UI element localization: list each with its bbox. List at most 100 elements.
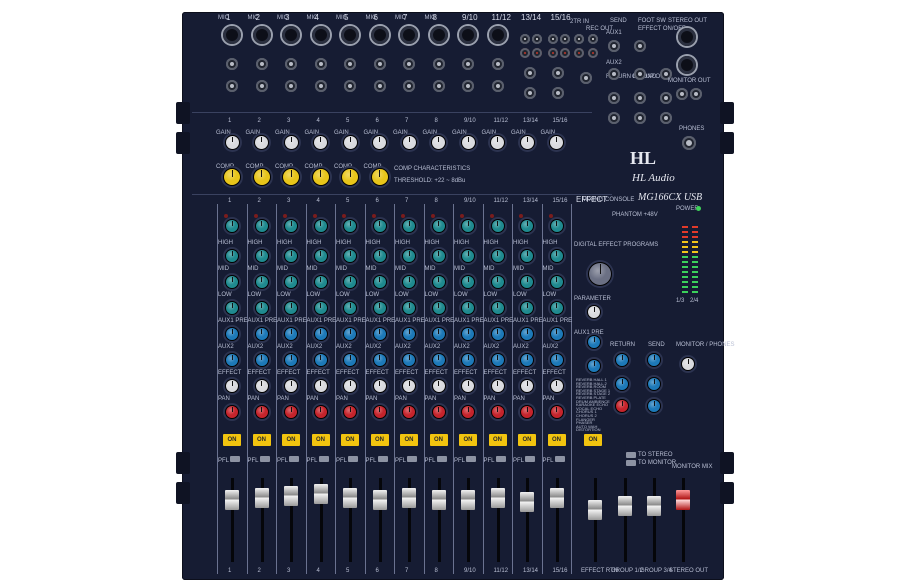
channel-knob[interactable] <box>285 302 297 314</box>
channel-knob[interactable] <box>314 380 327 392</box>
channel-knob[interactable] <box>491 250 504 262</box>
gain-knob[interactable] <box>432 135 445 149</box>
gain-knob[interactable] <box>284 135 298 149</box>
channel-knob[interactable] <box>550 328 563 340</box>
return-send-knob[interactable] <box>616 378 628 390</box>
fader-cap[interactable] <box>372 490 387 510</box>
channel-on-button[interactable]: ON <box>429 434 448 446</box>
pfl-button[interactable] <box>230 456 240 462</box>
channel-knob[interactable] <box>403 354 415 366</box>
channel-knob[interactable] <box>344 220 356 232</box>
channel-knob[interactable] <box>491 380 504 392</box>
channel-on-button[interactable]: ON <box>518 434 536 446</box>
aux1-master-knob[interactable] <box>588 336 600 348</box>
channel-knob[interactable] <box>462 354 474 366</box>
channel-knob[interactable] <box>373 328 386 340</box>
fader-cap[interactable] <box>313 484 328 504</box>
channel-knob[interactable] <box>255 276 268 288</box>
channel-knob[interactable] <box>285 328 297 340</box>
gain-knob[interactable] <box>314 135 327 149</box>
channel-knob[interactable] <box>255 302 268 314</box>
channel-knob[interactable] <box>314 302 327 314</box>
channel-knob[interactable] <box>226 328 238 340</box>
gain-knob[interactable] <box>520 135 534 149</box>
channel-knob[interactable] <box>462 328 474 340</box>
fader-cap[interactable] <box>588 500 602 520</box>
gain-knob[interactable] <box>373 135 386 149</box>
channel-on-button[interactable]: ON <box>459 434 477 446</box>
channel-knob[interactable] <box>403 406 415 418</box>
channel-knob[interactable] <box>521 380 533 392</box>
channel-knob[interactable] <box>432 302 445 314</box>
channel-knob[interactable] <box>373 220 386 232</box>
return-send-knob[interactable] <box>616 400 628 412</box>
return-send-knob[interactable] <box>616 354 628 366</box>
channel-knob[interactable] <box>255 328 268 340</box>
channel-knob[interactable] <box>403 276 415 288</box>
channel-on-button[interactable]: ON <box>370 434 389 446</box>
channel-knob[interactable] <box>226 220 238 232</box>
pfl-button[interactable] <box>407 456 417 462</box>
fader-cap[interactable] <box>225 490 239 510</box>
channel-knob[interactable] <box>550 302 563 314</box>
channel-knob[interactable] <box>373 354 386 366</box>
channel-knob[interactable] <box>344 406 356 418</box>
parameter-knob[interactable] <box>588 306 600 318</box>
channel-knob[interactable] <box>344 328 356 340</box>
channel-knob[interactable] <box>462 380 474 392</box>
aux2-master-knob[interactable] <box>588 360 600 372</box>
channel-knob[interactable] <box>521 276 533 288</box>
channel-knob[interactable] <box>285 380 297 392</box>
channel-knob[interactable] <box>314 354 327 366</box>
fader-cap[interactable] <box>549 488 564 508</box>
fader-cap[interactable] <box>284 486 298 506</box>
channel-knob[interactable] <box>462 302 474 314</box>
pfl-button[interactable] <box>259 456 270 462</box>
channel-knob[interactable] <box>521 406 533 418</box>
effect-program-selector[interactable] <box>589 263 611 285</box>
gain-knob[interactable] <box>225 135 239 149</box>
channel-on-button[interactable]: ON <box>252 434 271 446</box>
fader-cap[interactable] <box>461 490 475 510</box>
channel-knob[interactable] <box>344 302 356 314</box>
channel-knob[interactable] <box>285 220 297 232</box>
channel-knob[interactable] <box>373 250 386 262</box>
channel-knob[interactable] <box>462 220 474 232</box>
effect-on-button[interactable]: ON <box>584 434 602 446</box>
channel-knob[interactable] <box>255 406 268 418</box>
channel-knob[interactable] <box>521 250 533 262</box>
channel-knob[interactable] <box>432 250 445 262</box>
channel-knob[interactable] <box>226 250 238 262</box>
channel-knob[interactable] <box>226 302 238 314</box>
fader-cap[interactable] <box>676 490 690 510</box>
channel-knob[interactable] <box>462 406 474 418</box>
gain-knob[interactable] <box>491 135 504 149</box>
fader-cap[interactable] <box>647 496 661 516</box>
channel-knob[interactable] <box>491 220 504 232</box>
channel-knob[interactable] <box>285 250 297 262</box>
channel-knob[interactable] <box>255 250 268 262</box>
channel-knob[interactable] <box>314 406 327 418</box>
fader-cap[interactable] <box>254 488 269 508</box>
channel-knob[interactable] <box>373 276 386 288</box>
channel-knob[interactable] <box>344 250 356 262</box>
channel-knob[interactable] <box>285 276 297 288</box>
channel-knob[interactable] <box>550 276 563 288</box>
channel-knob[interactable] <box>432 354 445 366</box>
channel-knob[interactable] <box>521 220 533 232</box>
channel-knob[interactable] <box>432 276 445 288</box>
channel-knob[interactable] <box>491 328 504 340</box>
gain-knob[interactable] <box>550 135 563 149</box>
channel-on-button[interactable]: ON <box>341 434 359 446</box>
channel-knob[interactable] <box>491 354 504 366</box>
fader-cap[interactable] <box>431 490 446 510</box>
channel-knob[interactable] <box>255 220 268 232</box>
channel-knob[interactable] <box>314 328 327 340</box>
channel-knob[interactable] <box>373 380 386 392</box>
channel-knob[interactable] <box>491 406 504 418</box>
channel-knob[interactable] <box>550 354 563 366</box>
channel-knob[interactable] <box>403 328 415 340</box>
channel-knob[interactable] <box>314 276 327 288</box>
channel-knob[interactable] <box>255 354 268 366</box>
channel-knob[interactable] <box>550 250 563 262</box>
